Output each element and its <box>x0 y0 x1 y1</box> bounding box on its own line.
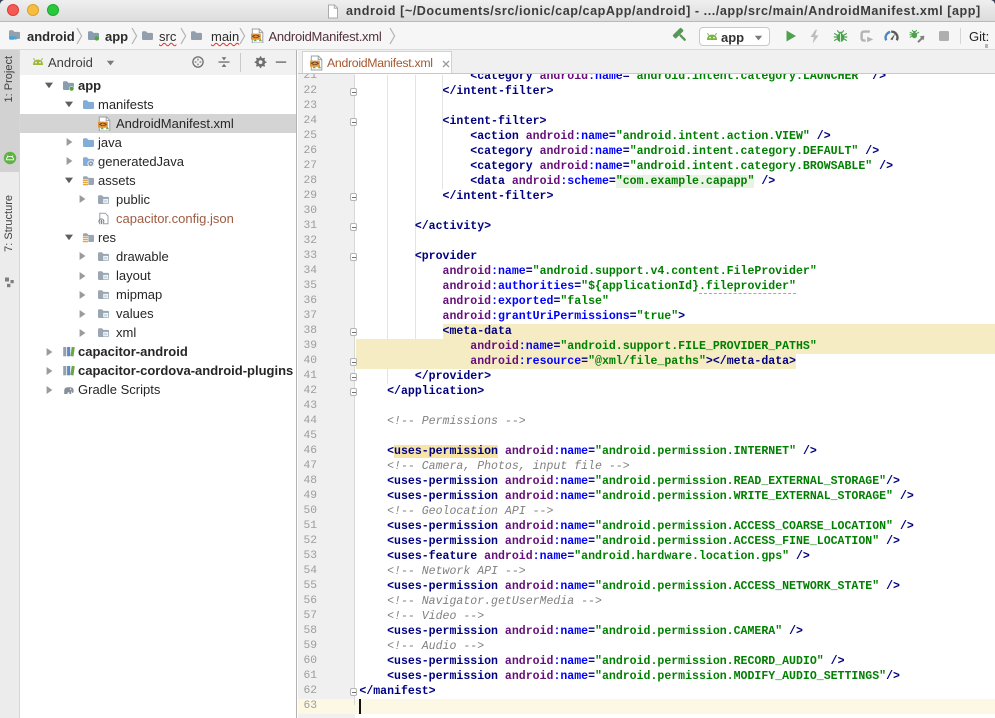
svg-text:<>: <> <box>310 60 318 67</box>
svg-text:<>: <> <box>252 34 260 41</box>
svg-text:<>: <> <box>99 121 107 128</box>
